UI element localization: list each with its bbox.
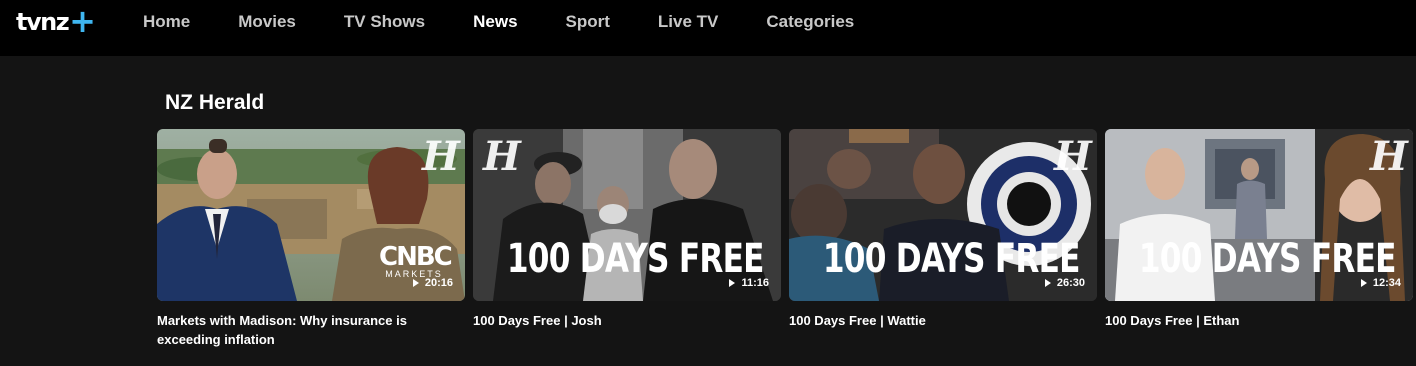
episode-overlay-text: 100 DAYS FREE [506,236,765,282]
duration-badge: 11:16 [729,277,769,289]
duration-text: 20:16 [424,277,453,289]
nav-item-live-tv[interactable]: Live TV [658,12,718,32]
top-navigation-bar: tvnz + Home Movies TV Shows News Sport L… [0,0,1416,56]
main-nav: Home Movies TV Shows News Sport Live TV … [143,0,902,44]
nav-item-movies[interactable]: Movies [238,12,296,32]
duration-text: 26:30 [1056,277,1085,289]
play-icon [729,279,736,287]
video-card-100-days-free-ethan[interactable]: H 100 DAYS FREE 12:34 100 Days Free | Et… [1105,129,1413,330]
herald-logo-icon: H [1370,133,1408,180]
card-title[interactable]: 100 Days Free | Ethan [1105,311,1395,330]
duration-badge: 12:34 [1360,277,1401,289]
play-icon [412,279,419,287]
herald-logo-icon: H [1054,133,1092,180]
video-thumbnail[interactable]: H CNBC MARKETS 20:16 [157,129,465,301]
video-card-100-days-free-wattie[interactable]: H 100 DAYS FREE 26:30 100 Days Free | Wa… [789,129,1097,330]
nav-item-sport[interactable]: Sport [566,12,610,32]
duration-badge: 26:30 [1044,277,1085,289]
logo-text: tvnz [16,8,70,36]
cnbc-markets-logo: CNBC MARKETS [379,242,453,279]
nav-item-tv-shows[interactable]: TV Shows [344,12,425,32]
video-thumbnail[interactable]: H 100 DAYS FREE 26:30 [789,129,1097,301]
logo-plus-icon: + [69,2,96,40]
nav-item-categories[interactable]: Categories [766,12,854,32]
tvnz-plus-logo[interactable]: tvnz + [16,2,96,40]
section-title[interactable]: NZ Herald [165,91,264,115]
card-title[interactable]: Markets with Madison: Why insurance is e… [157,311,447,349]
nav-item-news[interactable]: News [473,12,517,32]
cnbc-logo-text: CNBC [379,242,453,272]
episode-overlay-text: 100 DAYS FREE [822,236,1081,282]
play-icon [1044,279,1051,287]
play-icon [1360,279,1367,287]
card-title[interactable]: 100 Days Free | Wattie [789,311,1079,330]
herald-logo-icon: H [483,133,521,180]
video-thumbnail[interactable]: H 100 DAYS FREE 11:16 [473,129,781,301]
video-thumbnail[interactable]: H 100 DAYS FREE 12:34 [1105,129,1413,301]
duration-text: 12:34 [1372,277,1401,289]
duration-text: 11:16 [741,277,769,289]
episode-overlay-text: 100 DAYS FREE [1138,236,1397,282]
video-card-markets-with-madison[interactable]: H CNBC MARKETS 20:16 Markets with Madiso… [157,129,465,349]
herald-logo-icon: H [422,133,460,180]
nav-item-home[interactable]: Home [143,12,190,32]
card-title[interactable]: 100 Days Free | Josh [473,311,763,330]
duration-badge: 20:16 [412,277,453,289]
video-card-100-days-free-josh[interactable]: H 100 DAYS FREE 11:16 100 Days Free | Jo… [473,129,781,330]
